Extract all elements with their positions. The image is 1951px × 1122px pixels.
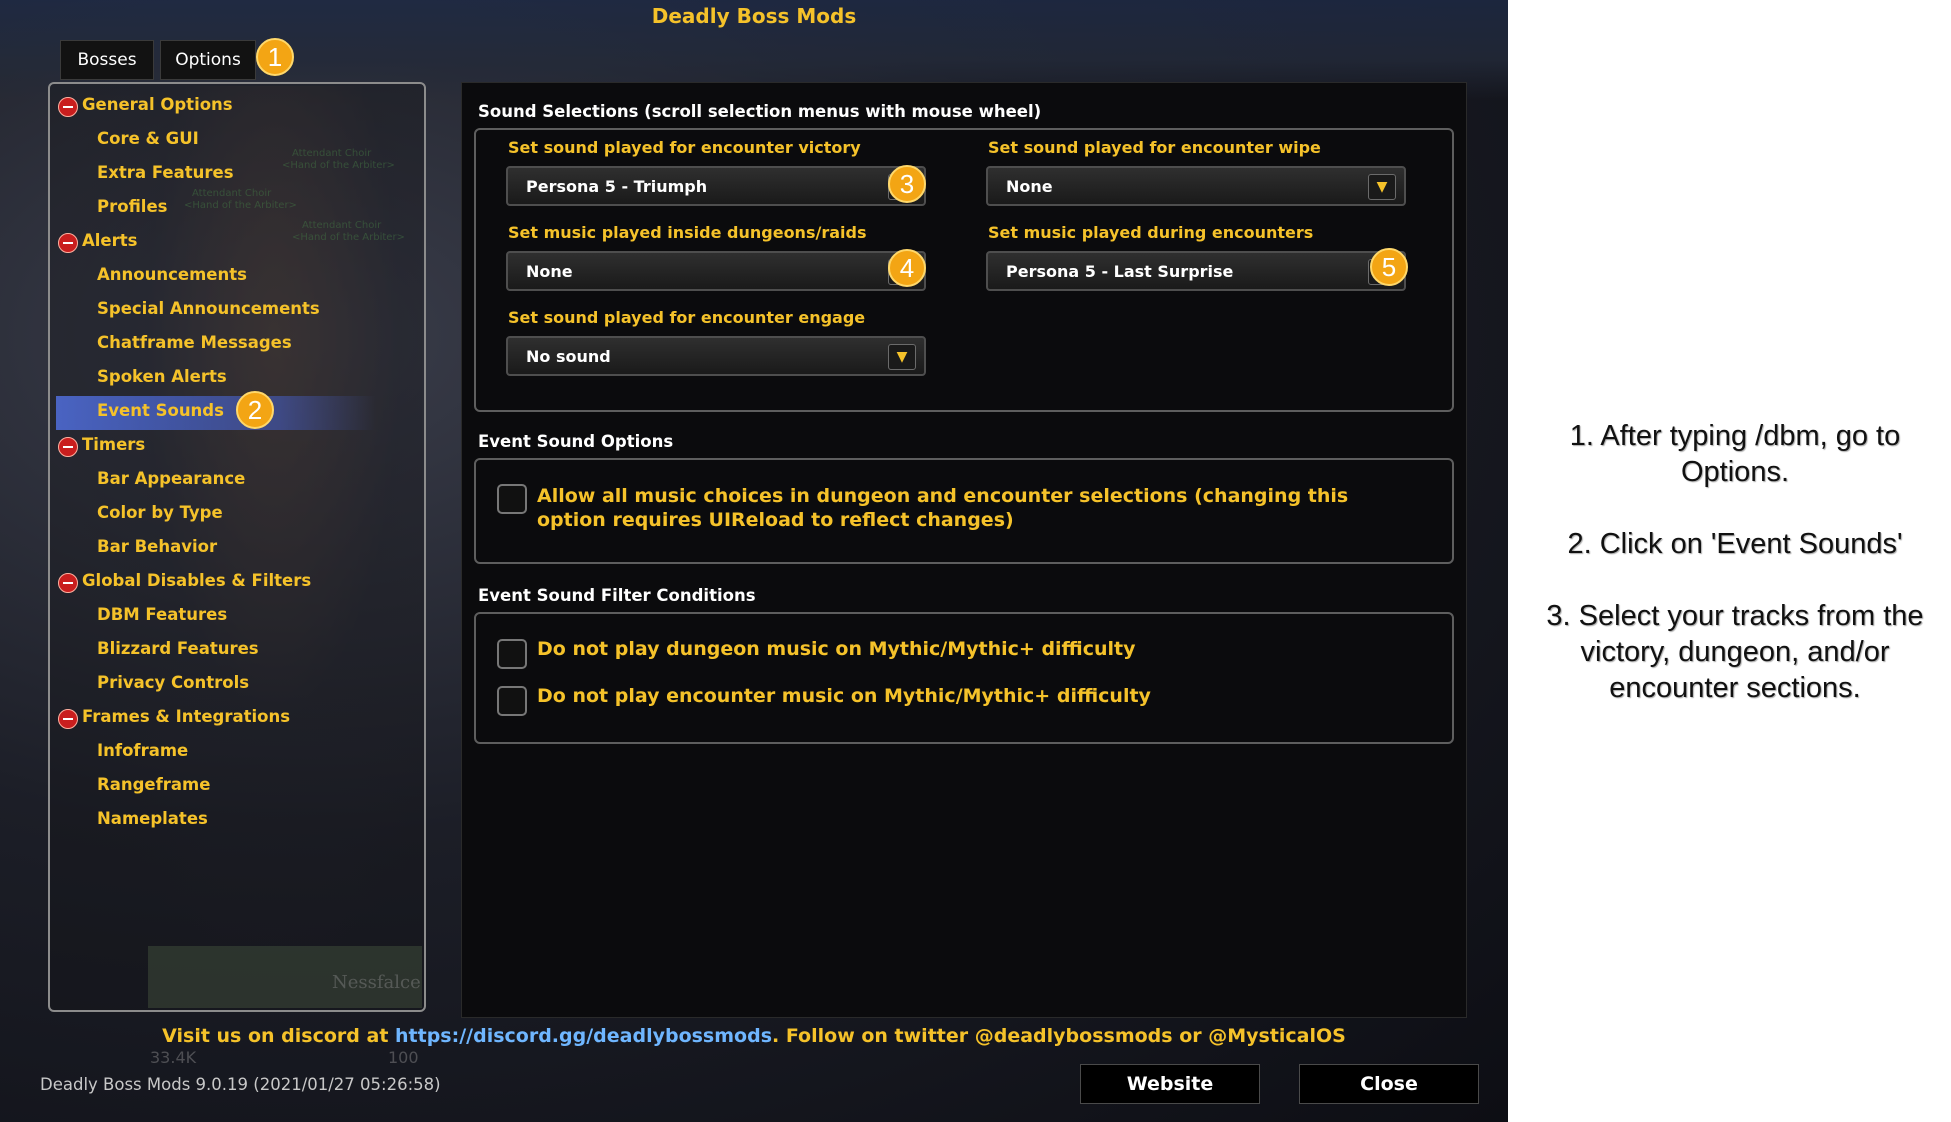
window-title: Deadly Boss Mods [651, 4, 857, 28]
engage-sound-dropdown[interactable]: No sound ▼ [506, 336, 926, 376]
tree-item-0-1[interactable]: Extra Features [97, 163, 234, 182]
no-encounter-music-label: Do not play encounter music on Mythic/My… [537, 685, 1151, 707]
victory-sound-value: Persona 5 - Triumph [526, 177, 708, 196]
filter-conditions-header: Event Sound Filter Conditions [478, 586, 756, 605]
encounter-music-label: Set music played during encounters [988, 223, 1314, 242]
collapse-minus-icon[interactable] [58, 97, 78, 117]
dungeon-music-label: Set music played inside dungeons/raids [508, 223, 867, 242]
step-badge-1: 1 [256, 38, 294, 76]
sound-selections-header: Sound Selections (scroll selection menus… [478, 102, 1042, 121]
tree-group-4[interactable]: Frames & Integrations [82, 707, 290, 726]
tree-group-1[interactable]: Alerts [82, 231, 137, 250]
tab-bosses[interactable]: Bosses [60, 40, 154, 80]
tree-group-2[interactable]: Timers [82, 435, 145, 454]
unit-level-text: 100 [388, 1048, 419, 1067]
step-badge-3: 3 [888, 165, 926, 203]
website-button[interactable]: Website [1080, 1064, 1260, 1104]
victory-sound-dropdown[interactable]: Persona 5 - Triumph ▼ [506, 166, 926, 206]
tree-item-3-1[interactable]: Blizzard Features [97, 639, 259, 658]
tree-item-4-0[interactable]: Infoframe [97, 741, 188, 760]
encounter-music-dropdown[interactable]: Persona 5 - Last Surprise ▼ [986, 251, 1406, 291]
version-label: Deadly Boss Mods 9.0.19 (2021/01/27 05:2… [40, 1075, 441, 1094]
step-badge-5: 5 [1370, 248, 1408, 286]
allow-all-music-label: Allow all music choices in dungeon and e… [537, 485, 1349, 531]
step-badge-4: 4 [888, 249, 926, 287]
instruction-step-1: 1. After typing /dbm, go to Options. [1569, 420, 1901, 488]
victory-sound-label: Set sound played for encounter victory [508, 138, 861, 157]
filter-conditions-group [474, 612, 1454, 744]
tree-group-0[interactable]: General Options [82, 95, 233, 114]
no-encounter-music-checkbox[interactable] [497, 686, 527, 716]
wipe-sound-value: None [1006, 177, 1053, 196]
dungeon-music-value: None [526, 262, 573, 281]
no-dungeon-music-checkbox[interactable] [497, 639, 527, 669]
dropdown-arrow-icon[interactable]: ▼ [1368, 174, 1396, 200]
tree-item-0-2[interactable]: Profiles [97, 197, 167, 216]
tree-item-2-0[interactable]: Bar Appearance [97, 469, 245, 488]
tree-item-4-1[interactable]: Rangeframe [97, 775, 210, 794]
encounter-music-value: Persona 5 - Last Surprise [1006, 262, 1234, 281]
tree-item-1-1[interactable]: Special Announcements [97, 299, 320, 318]
tree-item-3-0[interactable]: DBM Features [97, 605, 227, 624]
step-badge-2: 2 [236, 391, 274, 429]
instruction-step-3: 3. Select your tracks from the victory, … [1546, 600, 1924, 704]
tree-item-2-2[interactable]: Bar Behavior [97, 537, 217, 556]
dungeon-music-dropdown[interactable]: None ▼ [506, 251, 926, 291]
collapse-minus-icon[interactable] [58, 437, 78, 457]
discord-link[interactable]: https://discord.gg/deadlybossmods [395, 1025, 772, 1047]
dropdown-arrow-icon[interactable]: ▼ [888, 344, 916, 370]
footer-prefix: Visit us on discord at [162, 1025, 396, 1047]
dbm-window: Deadly Boss Mods Bosses Options 1 Attend… [0, 0, 1508, 1122]
allow-all-music-checkbox[interactable] [497, 484, 527, 514]
footer-suffix: . Follow on twitter @deadlybossmods or @… [772, 1025, 1346, 1047]
tree-item-1-3[interactable]: Spoken Alerts [97, 367, 227, 386]
tab-options[interactable]: Options [160, 40, 256, 80]
wipe-sound-label: Set sound played for encounter wipe [988, 138, 1321, 157]
tree-item-1-2[interactable]: Chatframe Messages [97, 333, 292, 352]
collapse-minus-icon[interactable] [58, 573, 78, 593]
engage-sound-value: No sound [526, 347, 611, 366]
tree-item-4-2[interactable]: Nameplates [97, 809, 208, 828]
no-dungeon-music-label: Do not play dungeon music on Mythic/Myth… [537, 638, 1136, 660]
engage-sound-label: Set sound played for encounter engage [508, 308, 866, 327]
wipe-sound-dropdown[interactable]: None ▼ [986, 166, 1406, 206]
unit-health-text: 33.4K [150, 1048, 197, 1067]
tree-item-3-2[interactable]: Privacy Controls [97, 673, 249, 692]
collapse-minus-icon[interactable] [58, 233, 78, 253]
event-sound-options-header: Event Sound Options [478, 432, 674, 451]
tree-item-2-1[interactable]: Color by Type [97, 503, 223, 522]
tree-item-1-0[interactable]: Announcements [97, 265, 247, 284]
tree-item-1-4[interactable]: Event Sounds [97, 401, 224, 420]
collapse-minus-icon[interactable] [58, 709, 78, 729]
footer-links: Visit us on discord at https://discord.g… [0, 1025, 1508, 1047]
tree-item-0-0[interactable]: Core & GUI [97, 129, 199, 148]
tree-group-3[interactable]: Global Disables & Filters [82, 571, 311, 590]
instruction-step-2: 2. Click on 'Event Sounds' [1567, 528, 1903, 560]
close-button[interactable]: Close [1299, 1064, 1479, 1104]
